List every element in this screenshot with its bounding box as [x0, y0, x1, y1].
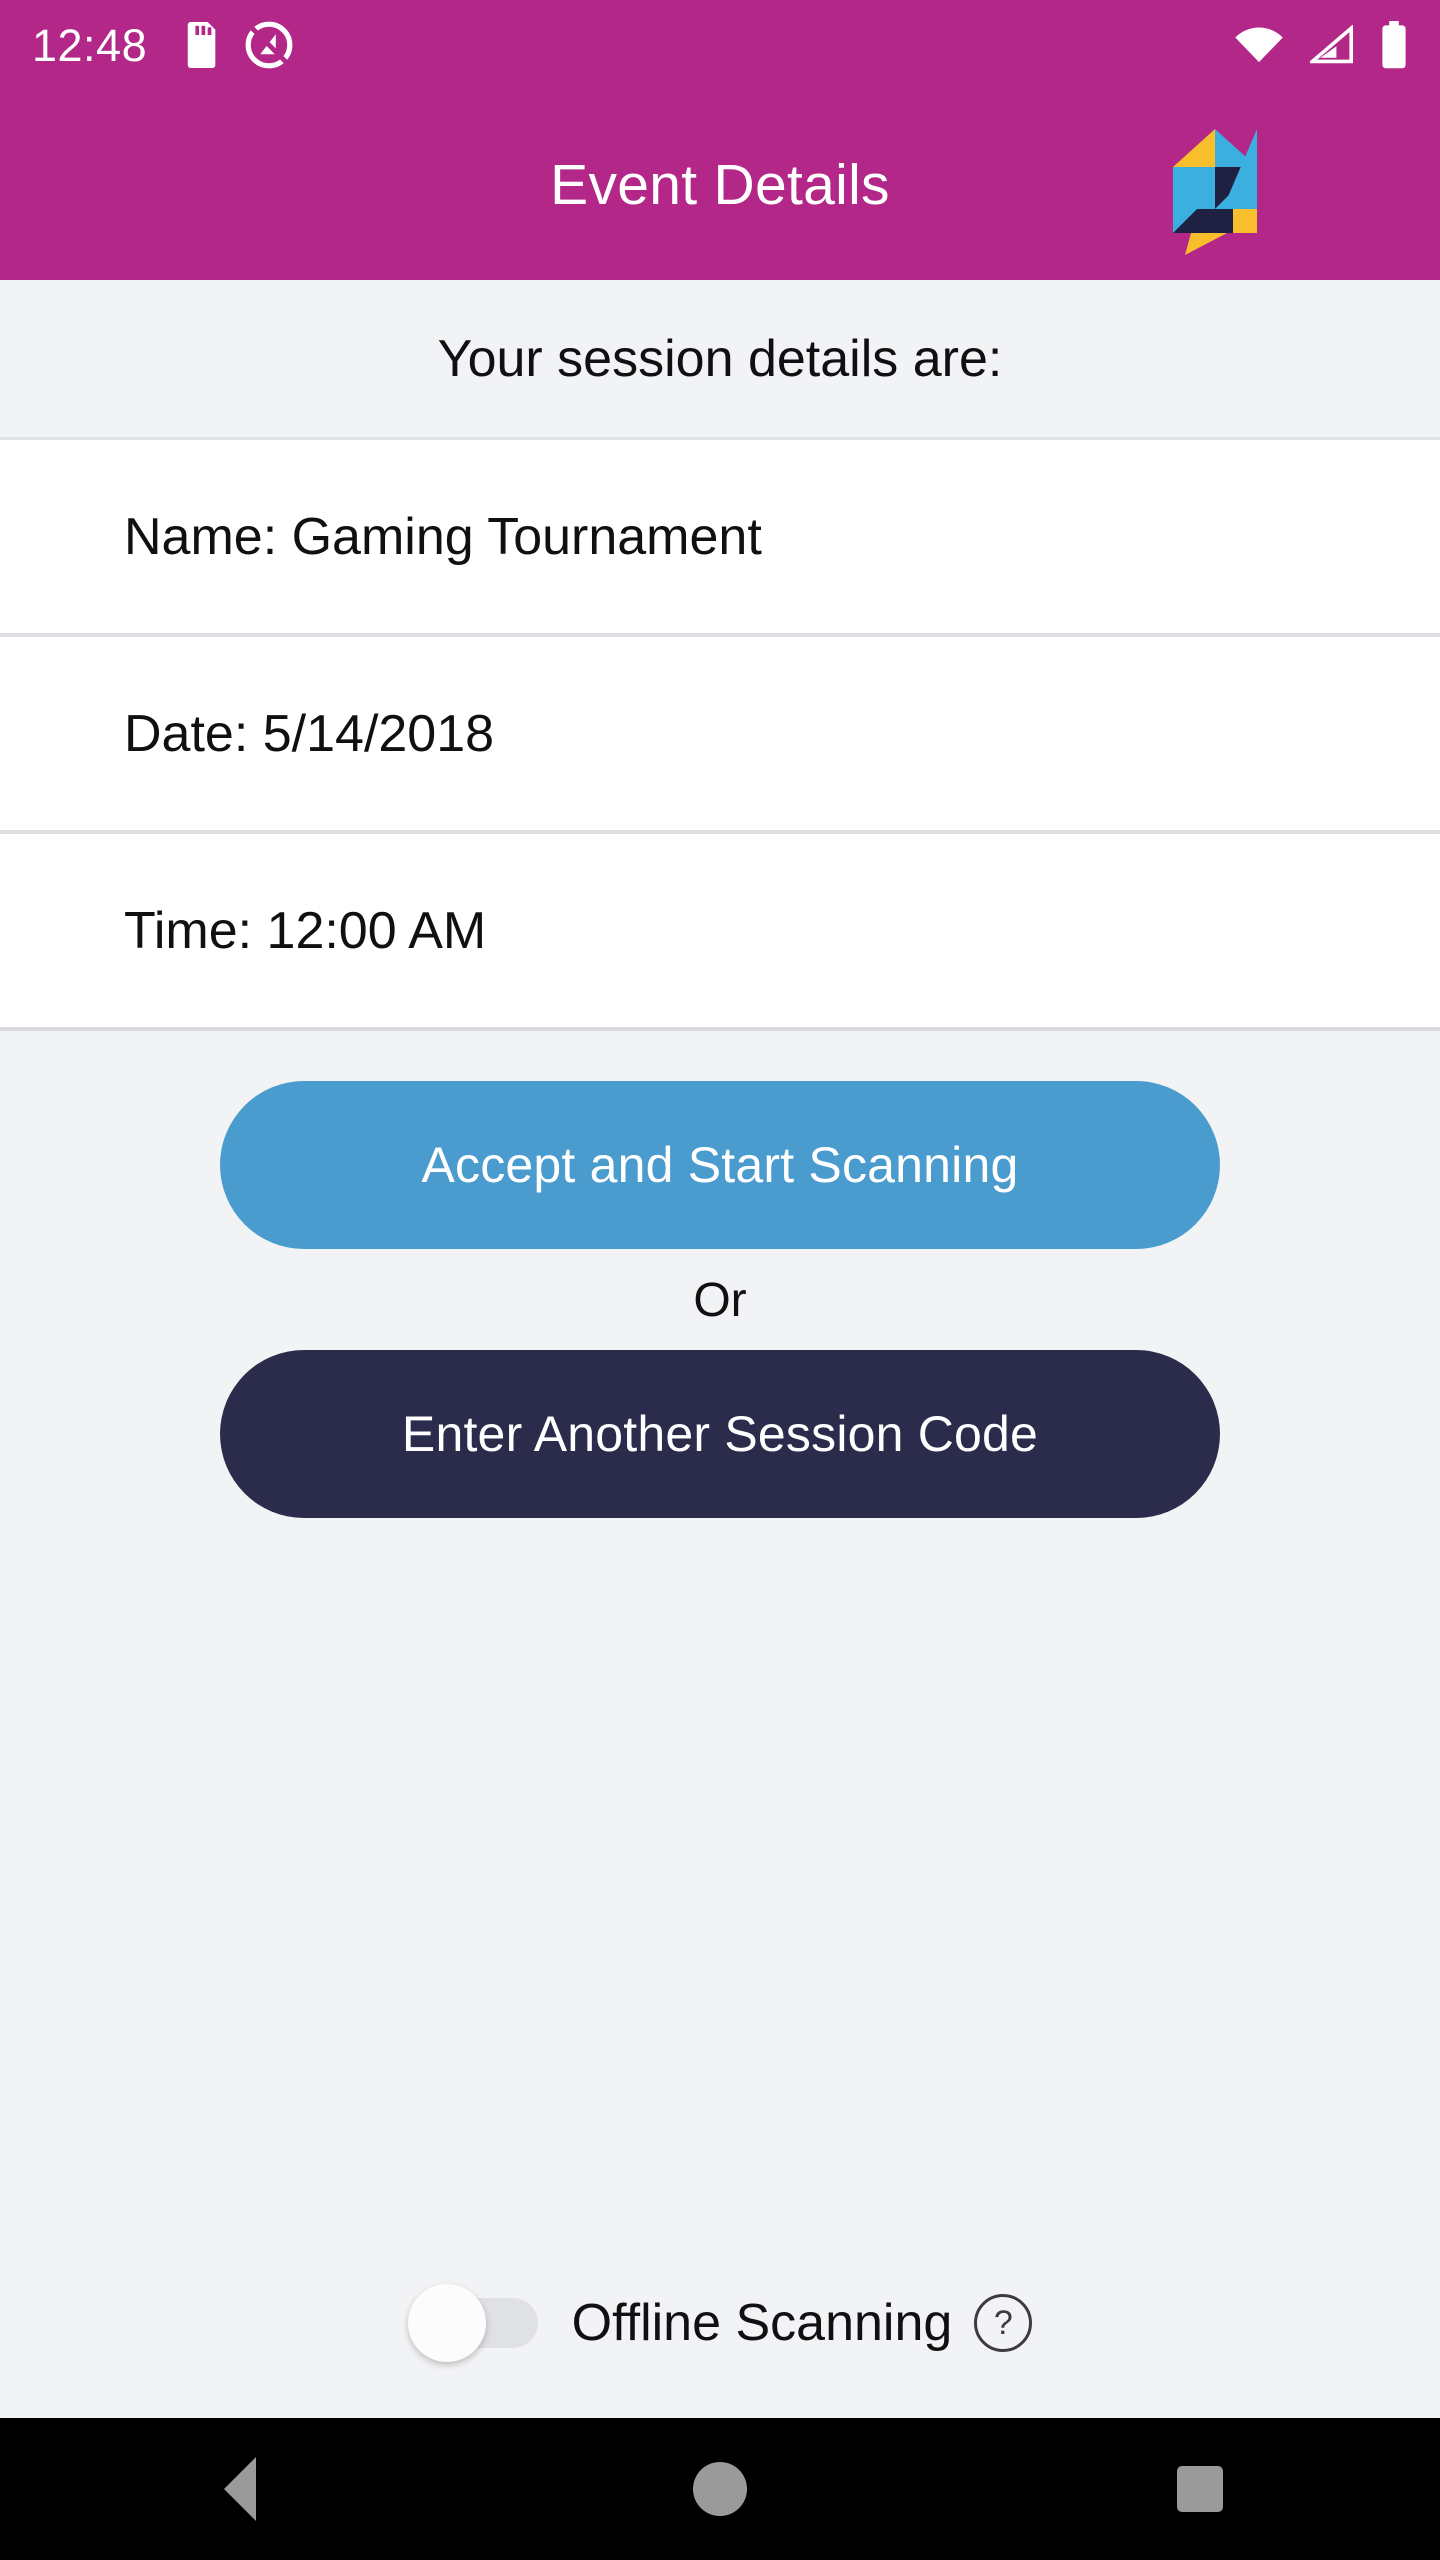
accept-and-start-scanning-button[interactable]: Accept and Start Scanning [220, 1081, 1220, 1249]
nav-recents-button[interactable] [1110, 2418, 1290, 2560]
status-bar: 12:48 [0, 0, 1440, 90]
home-circle-icon [693, 2462, 747, 2516]
session-detail-list: Name: Gaming Tournament Date: 5/14/2018 … [0, 440, 1440, 1031]
sd-card-icon [181, 22, 219, 68]
detail-name-text: Name: Gaming Tournament [124, 507, 762, 566]
back-triangle-icon [224, 2457, 256, 2521]
status-clock: 12:48 [32, 19, 148, 71]
offline-scanning-toggle[interactable] [407, 2284, 538, 2362]
status-right-icons [1234, 21, 1408, 69]
or-divider-text: Or [693, 1274, 747, 1327]
recents-square-icon [1177, 2466, 1223, 2512]
toggle-thumb [407, 2284, 486, 2362]
list-item: Time: 12:00 AM [0, 834, 1440, 1031]
app-bar: Event Details [0, 90, 1440, 280]
phone-screen: 12:48 Event Details Your session details… [0, 0, 1440, 2560]
enter-another-session-code-button[interactable]: Enter Another Session Code [220, 1350, 1220, 1518]
list-item: Name: Gaming Tournament [0, 440, 1440, 637]
action-area: Accept and Start Scanning Or Enter Anoth… [0, 1031, 1440, 2238]
cellular-signal-icon [1310, 25, 1354, 65]
nav-home-button[interactable] [630, 2418, 810, 2560]
session-subheader: Your session details are: [0, 280, 1440, 440]
session-subheader-text: Your session details are: [437, 329, 1003, 388]
list-item: Date: 5/14/2018 [0, 637, 1440, 834]
detail-time-text: Time: 12:00 AM [124, 901, 487, 960]
do-not-disturb-icon [245, 21, 293, 69]
battery-full-icon [1380, 21, 1408, 69]
help-circle-icon[interactable]: ? [974, 2294, 1033, 2352]
app-logo-icon [1155, 115, 1275, 255]
offline-scanning-row: Offline Scanning ? [0, 2238, 1440, 2418]
status-left-icons [181, 21, 293, 69]
wifi-icon [1234, 25, 1284, 65]
offline-scanning-label: Offline Scanning [571, 2294, 953, 2352]
android-nav-bar [0, 2418, 1440, 2560]
detail-date-text: Date: 5/14/2018 [124, 704, 495, 763]
nav-back-button[interactable] [150, 2418, 330, 2560]
page-title: Event Details [550, 153, 890, 217]
